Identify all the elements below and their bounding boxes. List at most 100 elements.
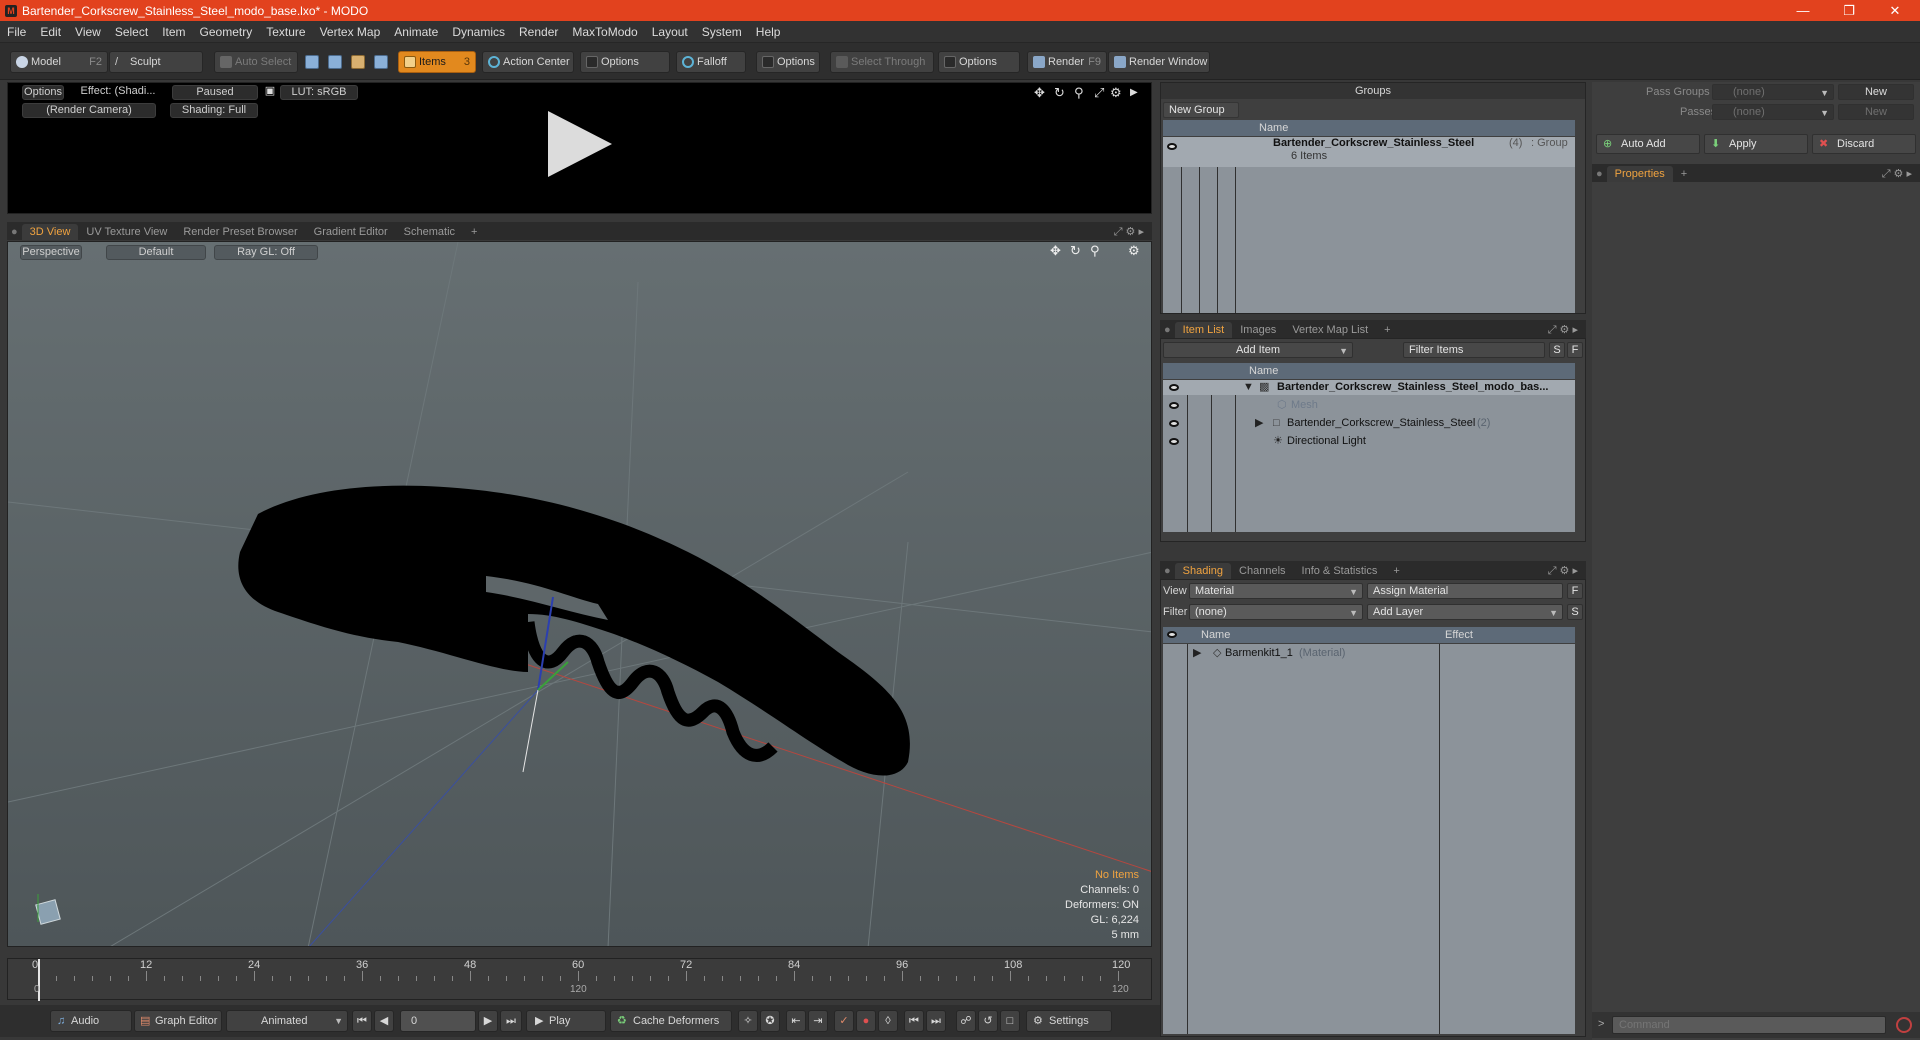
apply-button[interactable]: ⬇ Apply xyxy=(1704,134,1808,154)
menu-select[interactable]: Select xyxy=(108,25,155,39)
shader-tree-row[interactable]: ▶ ◇ Barmenkit1_1 (Material) xyxy=(1163,646,1575,661)
select-options-button[interactable]: Options xyxy=(938,51,1020,73)
graph-editor-button[interactable]: ▤ Graph Editor xyxy=(134,1010,222,1032)
menu-maxtomodo[interactable]: MaxToModo xyxy=(565,25,644,39)
next-keyframe-icon[interactable]: ⏭ xyxy=(926,1010,946,1032)
shading-f-button[interactable]: F xyxy=(1567,583,1583,599)
maximize-icon[interactable]: ⤢ ⚙ ▸ xyxy=(1874,166,1920,182)
tab-vertex-map-list[interactable]: Vertex Map List xyxy=(1284,322,1376,338)
expand-arrow-icon[interactable]: ▶ xyxy=(1255,416,1263,431)
maximize-icon[interactable]: ⤢ ⚙ ▸ xyxy=(1540,322,1586,338)
vertices-mode-icon[interactable] xyxy=(305,55,319,69)
record-icon[interactable]: ● xyxy=(856,1010,876,1032)
raygl-dropdown[interactable]: Ray GL: Off xyxy=(214,245,318,260)
filter-f-button[interactable]: F xyxy=(1567,342,1583,358)
list-item[interactable]: ☀ Directional Light xyxy=(1163,434,1575,449)
materials-mode-icon[interactable] xyxy=(374,55,388,69)
discard-button[interactable]: ✖ Discard xyxy=(1812,134,1916,154)
maximize-icon[interactable]: ⤢ ⚙ ▸ xyxy=(1106,224,1152,240)
tab-images[interactable]: Images xyxy=(1232,322,1284,338)
menu-render[interactable]: Render xyxy=(512,25,565,39)
stop-icon[interactable] xyxy=(1896,1017,1912,1033)
menu-help[interactable]: Help xyxy=(749,25,788,39)
zoom-view-icon[interactable]: ⚲ xyxy=(1090,243,1100,259)
select-through-button[interactable]: Select Through xyxy=(830,51,934,73)
move-view-icon[interactable]: ✥ xyxy=(1050,243,1061,259)
preview-options-button[interactable]: Options xyxy=(22,85,64,100)
filter-dropdown[interactable]: (none) ▼ xyxy=(1189,604,1363,620)
menu-edit[interactable]: Edit xyxy=(33,25,68,39)
action-center-button[interactable]: Action Center xyxy=(482,51,574,73)
paused-toggle[interactable]: Paused xyxy=(172,85,258,100)
menu-system[interactable]: System xyxy=(695,25,749,39)
next-key-icon[interactable]: ⇥ xyxy=(808,1010,828,1032)
visibility-eye-icon[interactable] xyxy=(1169,402,1179,409)
list-item[interactable]: ▶ □ Bartender_Corkscrew_Stainless_Steel … xyxy=(1163,416,1575,431)
new-pass-button[interactable]: New xyxy=(1838,104,1914,120)
tab-3d-view[interactable]: 3D View xyxy=(21,224,79,240)
camera-icon[interactable]: □ xyxy=(1000,1010,1020,1032)
action-center-options-button[interactable]: Options xyxy=(580,51,670,73)
tab-item-list[interactable]: Item List xyxy=(1174,322,1233,338)
prev-key-icon[interactable]: ⇤ xyxy=(786,1010,806,1032)
menu-vertex-map[interactable]: Vertex Map xyxy=(313,25,388,39)
rotate-view-icon[interactable]: ↻ xyxy=(1070,243,1081,259)
auto-key-icon[interactable]: ✪ xyxy=(760,1010,780,1032)
effect-dropdown[interactable]: Effect: (Shadi... xyxy=(70,85,166,100)
loop-icon[interactable]: ↺ xyxy=(978,1010,998,1032)
polygons-mode-icon[interactable] xyxy=(351,55,365,69)
key-selected-icon[interactable]: ✓ xyxy=(834,1010,854,1032)
list-item[interactable]: ⬡ Mesh xyxy=(1163,398,1575,413)
lock-icon[interactable]: ▣ xyxy=(264,85,276,100)
visibility-eye-icon[interactable] xyxy=(1169,438,1179,445)
passes-dropdown[interactable]: (none) ▼ xyxy=(1712,104,1834,120)
filter-items-input[interactable]: Filter Items xyxy=(1403,342,1545,358)
lut-dropdown[interactable]: LUT: sRGB xyxy=(280,85,358,100)
add-tab-icon[interactable]: + xyxy=(1385,563,1407,579)
menu-texture[interactable]: Texture xyxy=(259,25,312,39)
shading-s-button[interactable]: S xyxy=(1567,604,1583,620)
filter-s-button[interactable]: S xyxy=(1549,342,1565,358)
render-camera-dropdown[interactable]: (Render Camera) xyxy=(22,103,156,118)
edges-mode-icon[interactable] xyxy=(328,55,342,69)
minimize-button[interactable]: — xyxy=(1780,0,1826,21)
command-input[interactable] xyxy=(1612,1016,1886,1034)
add-tab-icon[interactable]: + xyxy=(463,224,485,240)
add-item-dropdown[interactable]: Add Item ▼ xyxy=(1163,342,1353,358)
tab-render-preset-browser[interactable]: Render Preset Browser xyxy=(175,224,305,240)
expand-arrow-icon[interactable]: ▼ xyxy=(1243,380,1254,395)
menu-animate[interactable]: Animate xyxy=(387,25,445,39)
cache-deformers-button[interactable]: ♻ Cache Deformers xyxy=(610,1010,732,1032)
render-button[interactable]: Render F9 xyxy=(1027,51,1107,73)
visibility-eye-icon[interactable] xyxy=(1167,143,1177,150)
falloff-button[interactable]: Falloff xyxy=(676,51,746,73)
render-window-button[interactable]: Render Window xyxy=(1108,51,1210,73)
prev-frame-icon[interactable]: ◀ xyxy=(374,1010,394,1032)
tab-channels[interactable]: Channels xyxy=(1231,563,1293,579)
auto-select-button[interactable]: Auto Select xyxy=(214,51,298,73)
add-tab-icon[interactable]: + xyxy=(1376,322,1398,338)
assign-material-button[interactable]: Assign Material xyxy=(1367,583,1563,599)
link-icon[interactable]: ☍ xyxy=(956,1010,976,1032)
next-frame-icon[interactable]: ▶ xyxy=(478,1010,498,1032)
new-group-button[interactable]: New Group xyxy=(1163,102,1239,118)
key-icon[interactable]: ✧ xyxy=(738,1010,758,1032)
menu-dynamics[interactable]: Dynamics xyxy=(445,25,512,39)
tab-gradient-editor[interactable]: Gradient Editor xyxy=(306,224,396,240)
pass-groups-dropdown[interactable]: (none) ▼ xyxy=(1712,84,1834,100)
rotate-view-icon[interactable]: ↻ xyxy=(1054,85,1065,101)
visibility-eye-icon[interactable] xyxy=(1169,384,1179,391)
settings-button[interactable]: ⚙ Settings xyxy=(1026,1010,1112,1032)
menu-view[interactable]: View xyxy=(68,25,108,39)
falloff-options-button[interactable]: Options xyxy=(756,51,820,73)
expand-arrow-icon[interactable]: ▶ xyxy=(1193,646,1201,661)
perspective-dropdown[interactable]: Perspective xyxy=(20,245,82,260)
prev-keyframe-icon[interactable]: ⏮ xyxy=(904,1010,924,1032)
move-view-icon[interactable]: ✥ xyxy=(1034,85,1045,101)
3d-viewport[interactable]: Perspective Default Ray GL: Off ✥ ↻ ⚲ ⚙ … xyxy=(7,241,1152,947)
default-dropdown[interactable]: Default xyxy=(106,245,206,260)
gear-icon[interactable]: ⚙ xyxy=(1110,85,1122,101)
tab-properties[interactable]: Properties xyxy=(1606,166,1673,182)
current-frame-field[interactable]: 0 xyxy=(400,1010,476,1032)
items-mode-button[interactable]: Items 3 xyxy=(398,51,476,73)
